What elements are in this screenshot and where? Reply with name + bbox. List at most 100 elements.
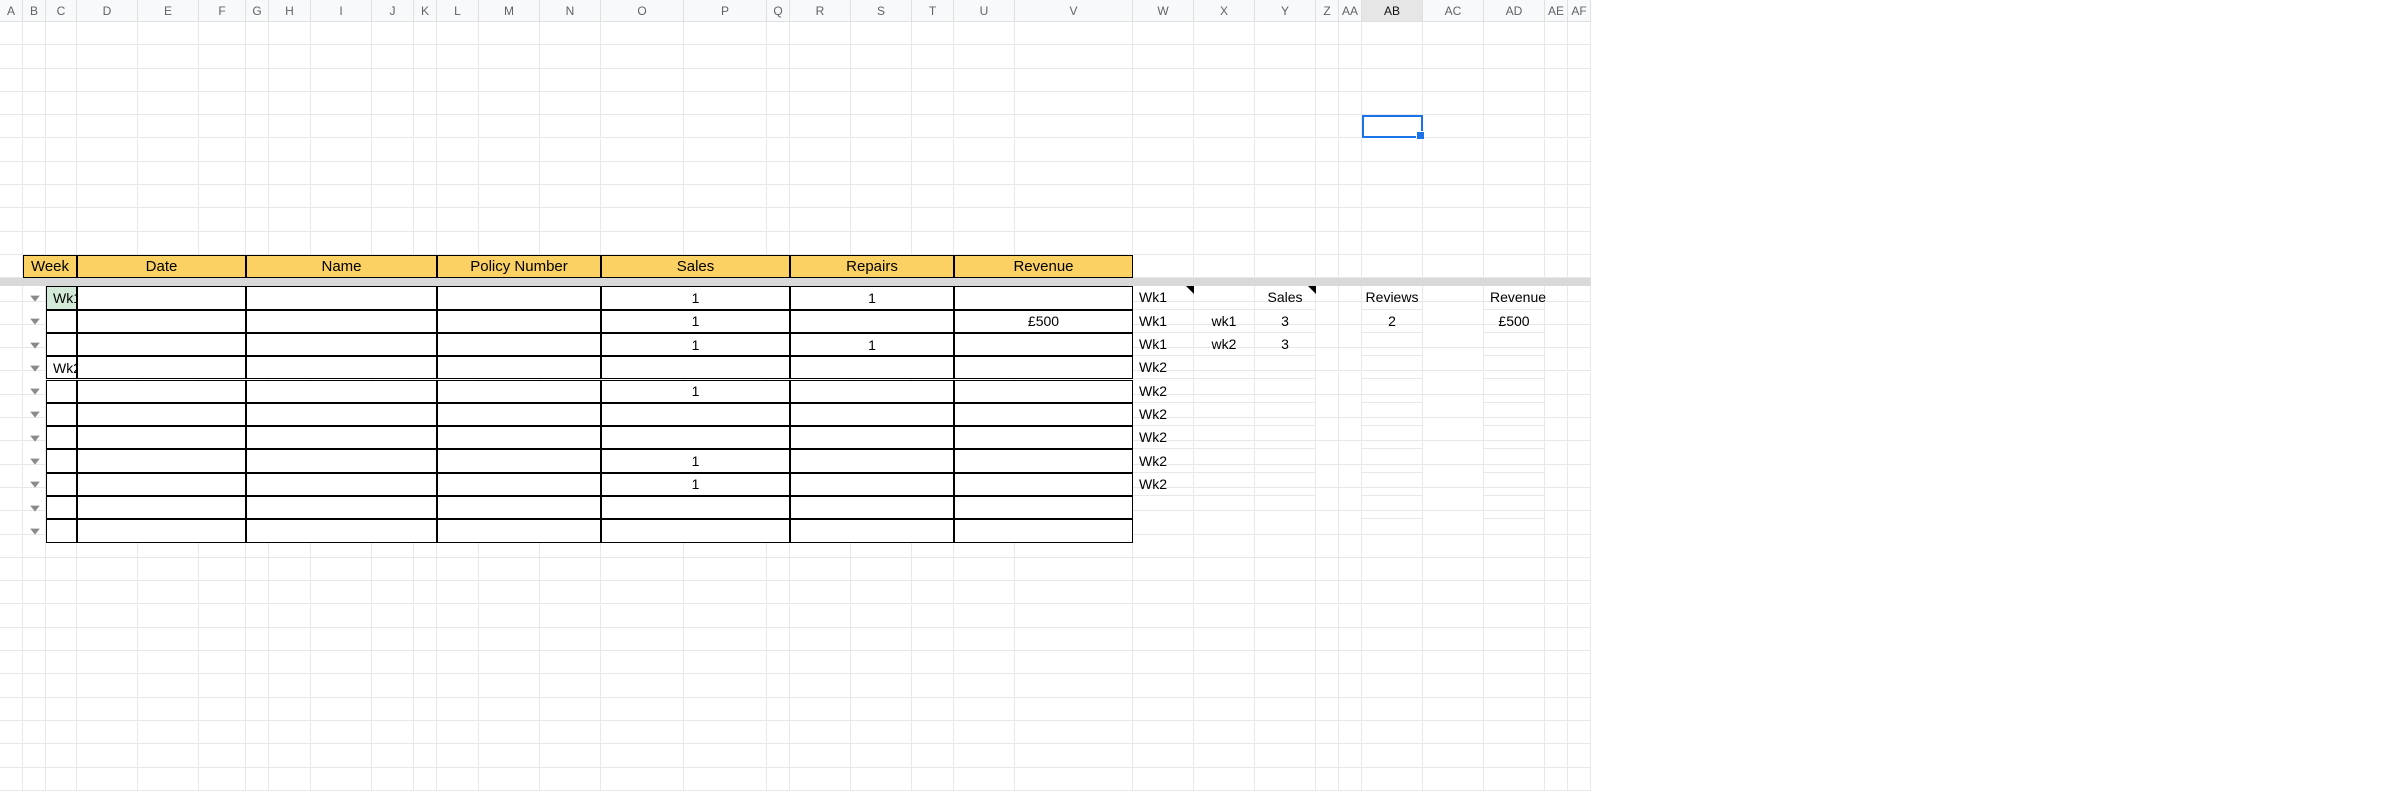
side-reviews-value[interactable] — [1362, 449, 1423, 472]
cell[interactable] — [1316, 92, 1339, 115]
cell[interactable] — [437, 698, 479, 721]
cell[interactable] — [1194, 581, 1255, 604]
cell[interactable] — [1316, 255, 1339, 278]
cell[interactable] — [1133, 558, 1194, 581]
cell[interactable] — [767, 605, 790, 628]
column-header-AB[interactable]: AB — [1362, 0, 1423, 21]
side-week-label[interactable]: Wk2 — [1133, 403, 1194, 426]
cell[interactable] — [311, 558, 372, 581]
cell[interactable] — [1255, 69, 1316, 92]
cell[interactable] — [23, 744, 46, 767]
cell[interactable] — [138, 581, 199, 604]
cell[interactable] — [912, 22, 954, 45]
cell[interactable] — [77, 558, 138, 581]
cell[interactable] — [601, 674, 684, 697]
cell[interactable] — [138, 92, 199, 115]
cell[interactable] — [684, 628, 767, 651]
table-cell-date[interactable] — [77, 473, 246, 496]
cell[interactable] — [0, 628, 23, 651]
cell[interactable] — [1545, 325, 1568, 348]
cell[interactable] — [138, 744, 199, 767]
cell[interactable] — [540, 768, 601, 791]
cell[interactable] — [767, 92, 790, 115]
cell[interactable] — [1194, 185, 1255, 208]
cell[interactable] — [790, 69, 851, 92]
cell[interactable] — [1568, 22, 1591, 45]
cell[interactable] — [1015, 115, 1133, 138]
table-cell-repairs[interactable] — [790, 403, 954, 426]
cell[interactable] — [1484, 208, 1545, 231]
cell[interactable] — [1194, 232, 1255, 255]
cell[interactable] — [1484, 744, 1545, 767]
cell[interactable] — [1568, 418, 1591, 441]
cell[interactable] — [912, 162, 954, 185]
cell[interactable] — [414, 744, 437, 767]
cell[interactable] — [199, 605, 246, 628]
cell[interactable] — [1423, 488, 1484, 511]
cell[interactable] — [1194, 628, 1255, 651]
cell[interactable] — [1194, 45, 1255, 68]
cell[interactable] — [540, 22, 601, 45]
cell[interactable] — [1133, 22, 1194, 45]
cell[interactable] — [1133, 511, 1194, 534]
cell[interactable] — [790, 208, 851, 231]
cell[interactable] — [269, 651, 311, 674]
cell[interactable] — [269, 208, 311, 231]
cell[interactable] — [767, 558, 790, 581]
cell[interactable] — [311, 605, 372, 628]
cell[interactable] — [767, 115, 790, 138]
cell[interactable] — [1133, 255, 1194, 278]
cell[interactable] — [1255, 744, 1316, 767]
cell[interactable] — [199, 115, 246, 138]
cell[interactable] — [437, 605, 479, 628]
cell[interactable] — [1423, 698, 1484, 721]
table-cell-name[interactable] — [246, 496, 437, 519]
cell[interactable] — [311, 45, 372, 68]
cell[interactable] — [0, 255, 23, 278]
cell[interactable] — [1362, 162, 1423, 185]
table-cell-week[interactable] — [46, 426, 77, 449]
cell[interactable] — [138, 674, 199, 697]
cell[interactable] — [1339, 721, 1362, 744]
cell[interactable] — [1545, 511, 1568, 534]
column-header-F[interactable]: F — [199, 0, 246, 21]
cell[interactable] — [767, 232, 790, 255]
cell[interactable] — [46, 208, 77, 231]
cell[interactable] — [437, 208, 479, 231]
cell[interactable] — [269, 558, 311, 581]
cell[interactable] — [601, 581, 684, 604]
cell[interactable] — [601, 768, 684, 791]
cell[interactable] — [1133, 651, 1194, 674]
cell[interactable] — [1484, 162, 1545, 185]
side-reviews-value[interactable] — [1362, 496, 1423, 519]
cell[interactable] — [479, 698, 540, 721]
table-cell-sales[interactable] — [601, 426, 790, 449]
table-cell-revenue[interactable] — [954, 286, 1133, 309]
cell[interactable] — [1316, 441, 1339, 464]
cell[interactable] — [23, 721, 46, 744]
cell[interactable] — [1545, 45, 1568, 68]
side-x-cell[interactable] — [1194, 403, 1255, 426]
cell[interactable] — [46, 232, 77, 255]
cell[interactable] — [1316, 511, 1339, 534]
cell[interactable] — [77, 768, 138, 791]
cell[interactable] — [77, 651, 138, 674]
cell[interactable] — [414, 45, 437, 68]
cell[interactable] — [77, 605, 138, 628]
column-header-V[interactable]: V — [1015, 0, 1133, 21]
cell[interactable] — [1316, 302, 1339, 325]
table-cell-revenue[interactable] — [954, 473, 1133, 496]
cell[interactable] — [46, 185, 77, 208]
cell[interactable] — [1316, 348, 1339, 371]
cell[interactable] — [0, 674, 23, 697]
cell[interactable] — [0, 348, 23, 371]
cell[interactable] — [46, 115, 77, 138]
cell[interactable] — [851, 558, 912, 581]
cell[interactable] — [790, 605, 851, 628]
cell[interactable] — [1484, 69, 1545, 92]
cell[interactable] — [1339, 418, 1362, 441]
cell[interactable] — [199, 69, 246, 92]
cell[interactable] — [912, 651, 954, 674]
table-cell-revenue[interactable] — [954, 333, 1133, 356]
cell[interactable] — [437, 768, 479, 791]
